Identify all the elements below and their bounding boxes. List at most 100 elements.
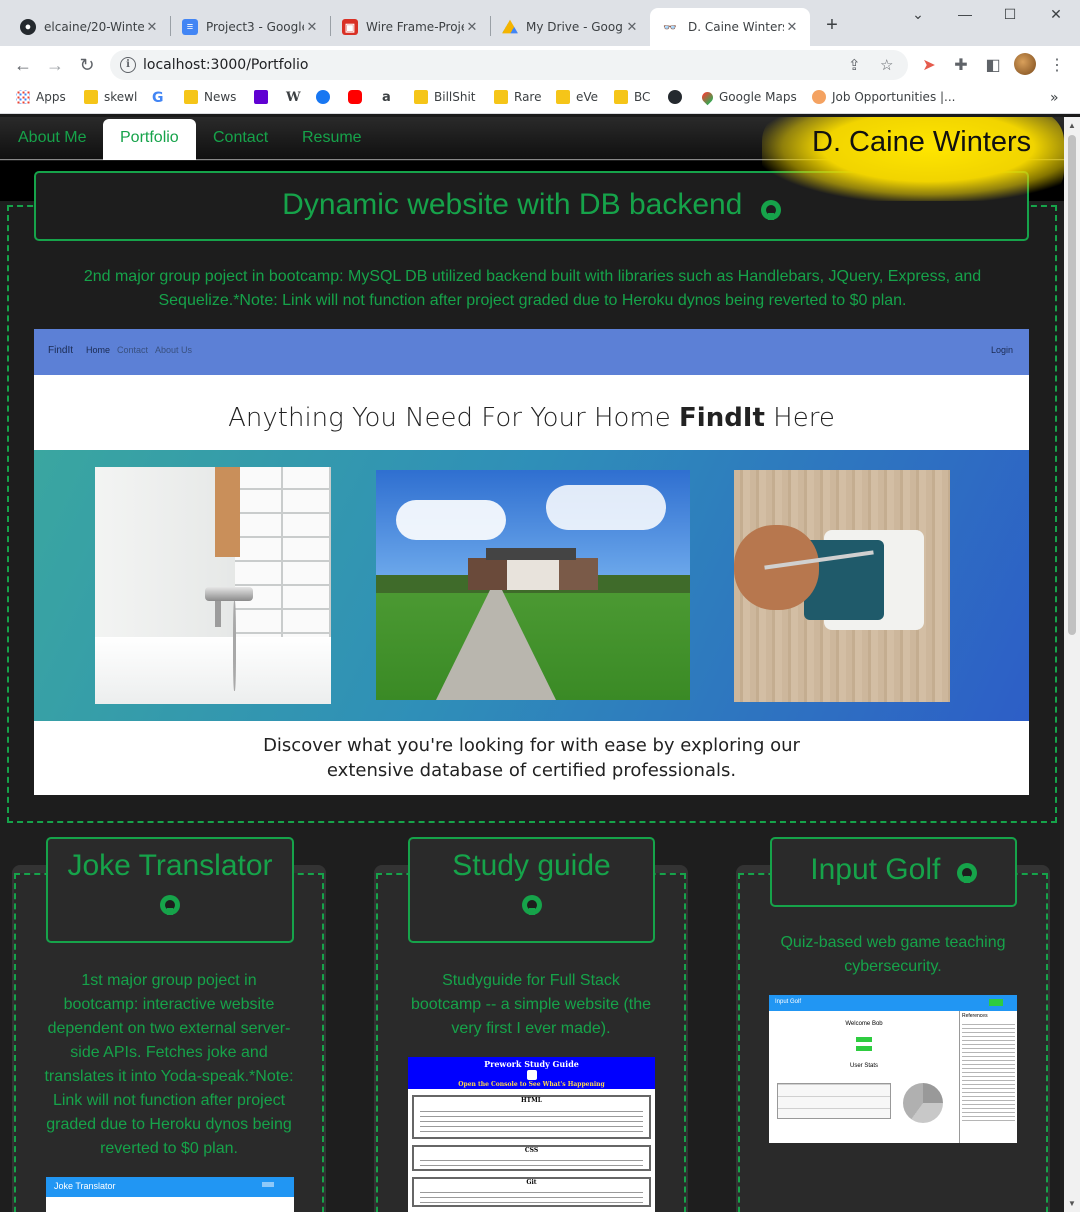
nav-portfolio[interactable]: Portfolio [103,119,196,160]
share-icon[interactable]: ⇪ [848,56,861,74]
scrollbar-thumb[interactable] [1068,135,1076,635]
close-icon[interactable]: ✕ [624,19,640,35]
menu-kebab-icon[interactable]: ⋮ [1046,55,1068,75]
back-icon[interactable]: ← [12,54,34,76]
google-icon[interactable]: G [152,90,164,106]
bookmark-google-maps[interactable]: Google Maps [699,89,797,105]
url-text: localhost:3000/Portfolio [143,57,309,73]
card-preview-joke-translator[interactable]: Joke Translator [46,1177,294,1212]
bookmark-billshit[interactable]: BillShit [414,90,476,104]
bathroom-photo [95,467,331,704]
tab-project3[interactable]: ≡ Project3 - Google ✕ [172,8,330,46]
side-panel-icon[interactable]: ◧ [982,55,1004,75]
bookmark-bc[interactable]: BC [614,90,650,104]
bookmark-job-opportunities[interactable]: Job Opportunities |... [812,90,956,104]
tab-wireframe[interactable]: ▣ Wire Frame-Proje ✕ [332,8,490,46]
new-tab-button[interactable]: + [820,14,844,38]
reload-icon[interactable]: ↻ [76,54,98,76]
section-lines [420,1156,643,1168]
preview-header: Joke Translator [46,1177,294,1197]
github-icon[interactable] [521,895,542,915]
more-bookmarks-icon[interactable]: » [1050,90,1059,106]
card-preview-input-golf[interactable]: Input Golf Welcome Bob User Stats Refere… [769,995,1017,1143]
headline-text: Anything You Need For Your Home [228,403,680,433]
yahoo-mail-icon[interactable] [254,90,274,104]
minimize-button[interactable]: — [953,6,977,22]
nav-contact[interactable]: Contact [213,129,268,147]
facebook-icon[interactable] [316,90,336,104]
github-icon[interactable] [956,862,977,883]
bookmarks-bar: Apps skewl G News W a BillShit Rare eVe … [0,84,1080,114]
tab-github[interactable]: ● elcaine/20-Winter ✕ [10,8,170,46]
close-icon[interactable]: ✕ [304,19,320,35]
bookmark-label: BC [634,90,651,104]
preview-button [989,999,1003,1006]
card-preview-study-guide[interactable]: Prework Study Guide Open the Console to … [408,1057,655,1212]
preview-nav-home: Home [86,345,111,355]
scroll-up-icon[interactable]: ▲ [1068,121,1076,130]
preview-section: Git [412,1177,651,1207]
bookmark-label: eVe [576,90,599,104]
featured-project-screenshot[interactable]: FindIt Home Contact About Us Login Anyth… [34,329,1029,795]
brand-badge: D. Caine Winters [762,117,1064,201]
tab-title: Project3 - Google [206,20,304,34]
scroll-down-icon[interactable]: ▼ [1068,1199,1076,1208]
github-icon[interactable] [760,199,781,220]
section-title: HTML [521,1097,542,1104]
preview-welcome: Welcome Bob [845,1021,883,1027]
tab-search-icon[interactable]: ⌄ [906,6,930,23]
preview-title: Prework Study Guide [484,1059,579,1069]
card-title-box[interactable]: Input Golf [770,837,1017,907]
tab-title: elcaine/20-Winter [44,20,144,34]
tagline-text: Discover what you're looking for with ea… [263,735,800,781]
preview-main: Welcome Bob User Stats [769,1011,959,1143]
preview-references: References [962,1013,988,1019]
preview-login: Login [991,345,1014,355]
bathtub [95,637,331,704]
bookmark-apps[interactable]: Apps [16,90,66,104]
preview-stats-table [777,1083,891,1119]
electrician-photo [734,470,950,702]
nav-resume[interactable]: Resume [302,129,362,147]
amazon-icon[interactable]: a [382,90,391,105]
page-scrollbar[interactable]: ▲ ▼ [1064,117,1080,1212]
nav-about-me[interactable]: About Me [18,129,86,147]
preview-section: CSS [412,1145,651,1171]
preview-green-button [856,1046,872,1051]
youtube-icon[interactable] [348,90,368,104]
tab-separator [490,16,491,36]
bookmark-eve[interactable]: eVe [556,90,598,104]
extensions-puzzle-icon[interactable]: ✚ [950,55,972,75]
bookmark-star-icon[interactable]: ☆ [880,56,893,74]
github-bookmark-icon[interactable] [668,90,688,104]
folder-icon [614,90,628,104]
close-icon[interactable]: ✕ [784,19,800,35]
tab-portfolio[interactable]: 👓 D. Caine Winters ✕ [650,8,810,46]
card-title-box[interactable]: Study guide [408,837,655,943]
docs-icon: ≡ [182,19,198,35]
preview-reference-lines [962,1021,1015,1121]
wikipedia-icon[interactable]: W [286,90,301,105]
close-icon[interactable]: ✕ [464,19,480,35]
folder-icon [84,90,98,104]
extension-cast-icon[interactable]: ➤ [918,55,940,75]
faucet-spout [215,601,221,627]
bookmark-news[interactable]: News [184,90,236,104]
house-photo [376,470,690,700]
profile-avatar[interactable] [1014,53,1036,75]
bookmark-skewl[interactable]: skewl [84,90,137,104]
github-icon[interactable] [160,895,180,915]
close-window-button[interactable]: ✕ [1044,6,1068,23]
forward-icon[interactable]: → [44,54,66,76]
bookmark-rare[interactable]: Rare [494,90,541,104]
featured-project-description: 2nd major group poject in bootcamp: MySQ… [83,268,982,309]
card-title-box[interactable]: Joke Translator [46,837,294,943]
maximize-button[interactable]: ☐ [998,6,1022,23]
info-icon[interactable]: i [120,57,136,73]
preview-section: HTML [412,1095,651,1139]
tab-drive[interactable]: My Drive - Googl ✕ [492,8,650,46]
close-icon[interactable]: ✕ [144,19,160,35]
brand-name: D. Caine Winters [812,126,1032,158]
preview-title: Input Golf [775,999,802,1005]
address-bar[interactable]: i localhost:3000/Portfolio ⇪ ☆ [110,50,908,80]
